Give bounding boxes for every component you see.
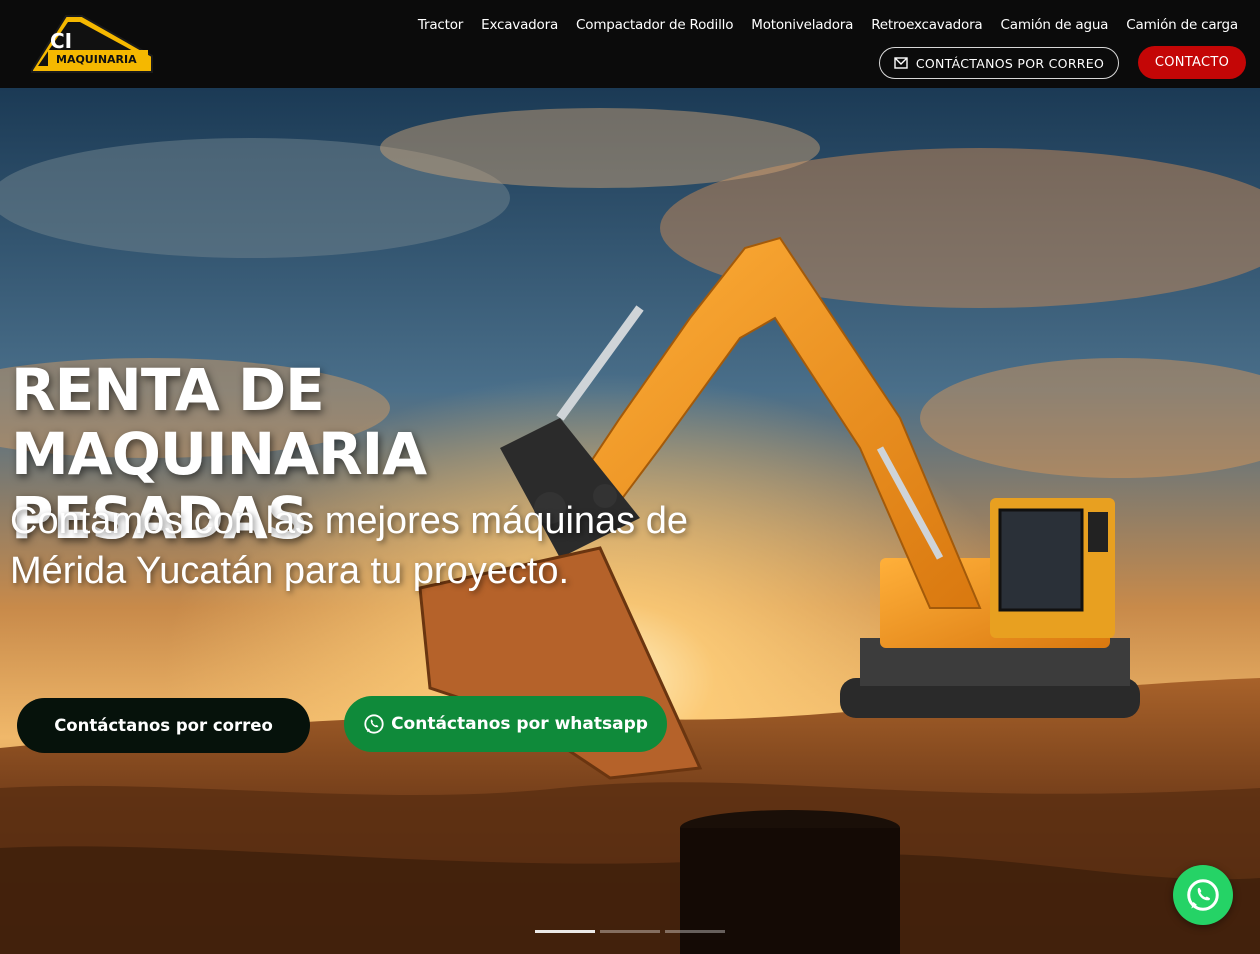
- nav-item-retroexcavadora[interactable]: Retroexcavadora: [871, 17, 983, 33]
- envelope-icon: [894, 57, 908, 69]
- header-contact-label: CONTACTO: [1154, 55, 1230, 70]
- header-mail-button[interactable]: CONTÁCTANOS POR CORREO: [879, 47, 1119, 79]
- nav-item-excavadora[interactable]: Excavadora: [481, 17, 558, 33]
- hero-whatsapp-label: Contáctanos por whatsapp: [391, 714, 648, 734]
- slider-dot-1[interactable]: [535, 930, 595, 933]
- slider-pagination: [535, 930, 725, 933]
- nav-item-motoniveladora[interactable]: Motoniveladora: [751, 17, 853, 33]
- whatsapp-float-button[interactable]: [1173, 865, 1233, 925]
- hero-mail-button[interactable]: Contáctanos por correo: [17, 698, 310, 753]
- nav-item-camion-agua[interactable]: Camión de agua: [1001, 17, 1109, 33]
- hero-subtitle: Contamos con las mejores máquinas de Mér…: [10, 500, 689, 592]
- header-mail-label: CONTÁCTANOS POR CORREO: [915, 55, 1105, 71]
- slider-dot-2[interactable]: [600, 930, 660, 933]
- header-contact-button[interactable]: CONTACTO: [1138, 46, 1246, 79]
- nav-item-camion-carga[interactable]: Camión de carga: [1126, 17, 1238, 33]
- hero-slider: RENTA DE MAQUINARIA PESADAS Contamos con…: [0, 88, 1260, 954]
- nav-item-tractor[interactable]: Tractor: [418, 17, 463, 33]
- logo-initials: CI: [50, 29, 72, 53]
- brand-logo[interactable]: CI MAQUINARIA: [28, 12, 156, 76]
- main-nav: Tractor Excavadora Compactador de Rodill…: [418, 17, 1238, 33]
- whatsapp-icon: [364, 714, 384, 734]
- logo-word: MAQUINARIA: [56, 53, 137, 66]
- hero-mail-label: Contáctanos por correo: [54, 716, 273, 735]
- logo-graphic: CI MAQUINARIA: [31, 15, 153, 73]
- hero-whatsapp-button[interactable]: Contáctanos por whatsapp: [344, 696, 667, 752]
- nav-item-compactador[interactable]: Compactador de Rodillo: [576, 17, 733, 33]
- hero-title-line1: RENTA DE MAQUINARIA: [11, 356, 427, 488]
- whatsapp-icon: [1187, 879, 1219, 911]
- slider-dot-3[interactable]: [665, 930, 725, 933]
- site-header: CI MAQUINARIA Tractor Excavadora Compact…: [0, 0, 1260, 88]
